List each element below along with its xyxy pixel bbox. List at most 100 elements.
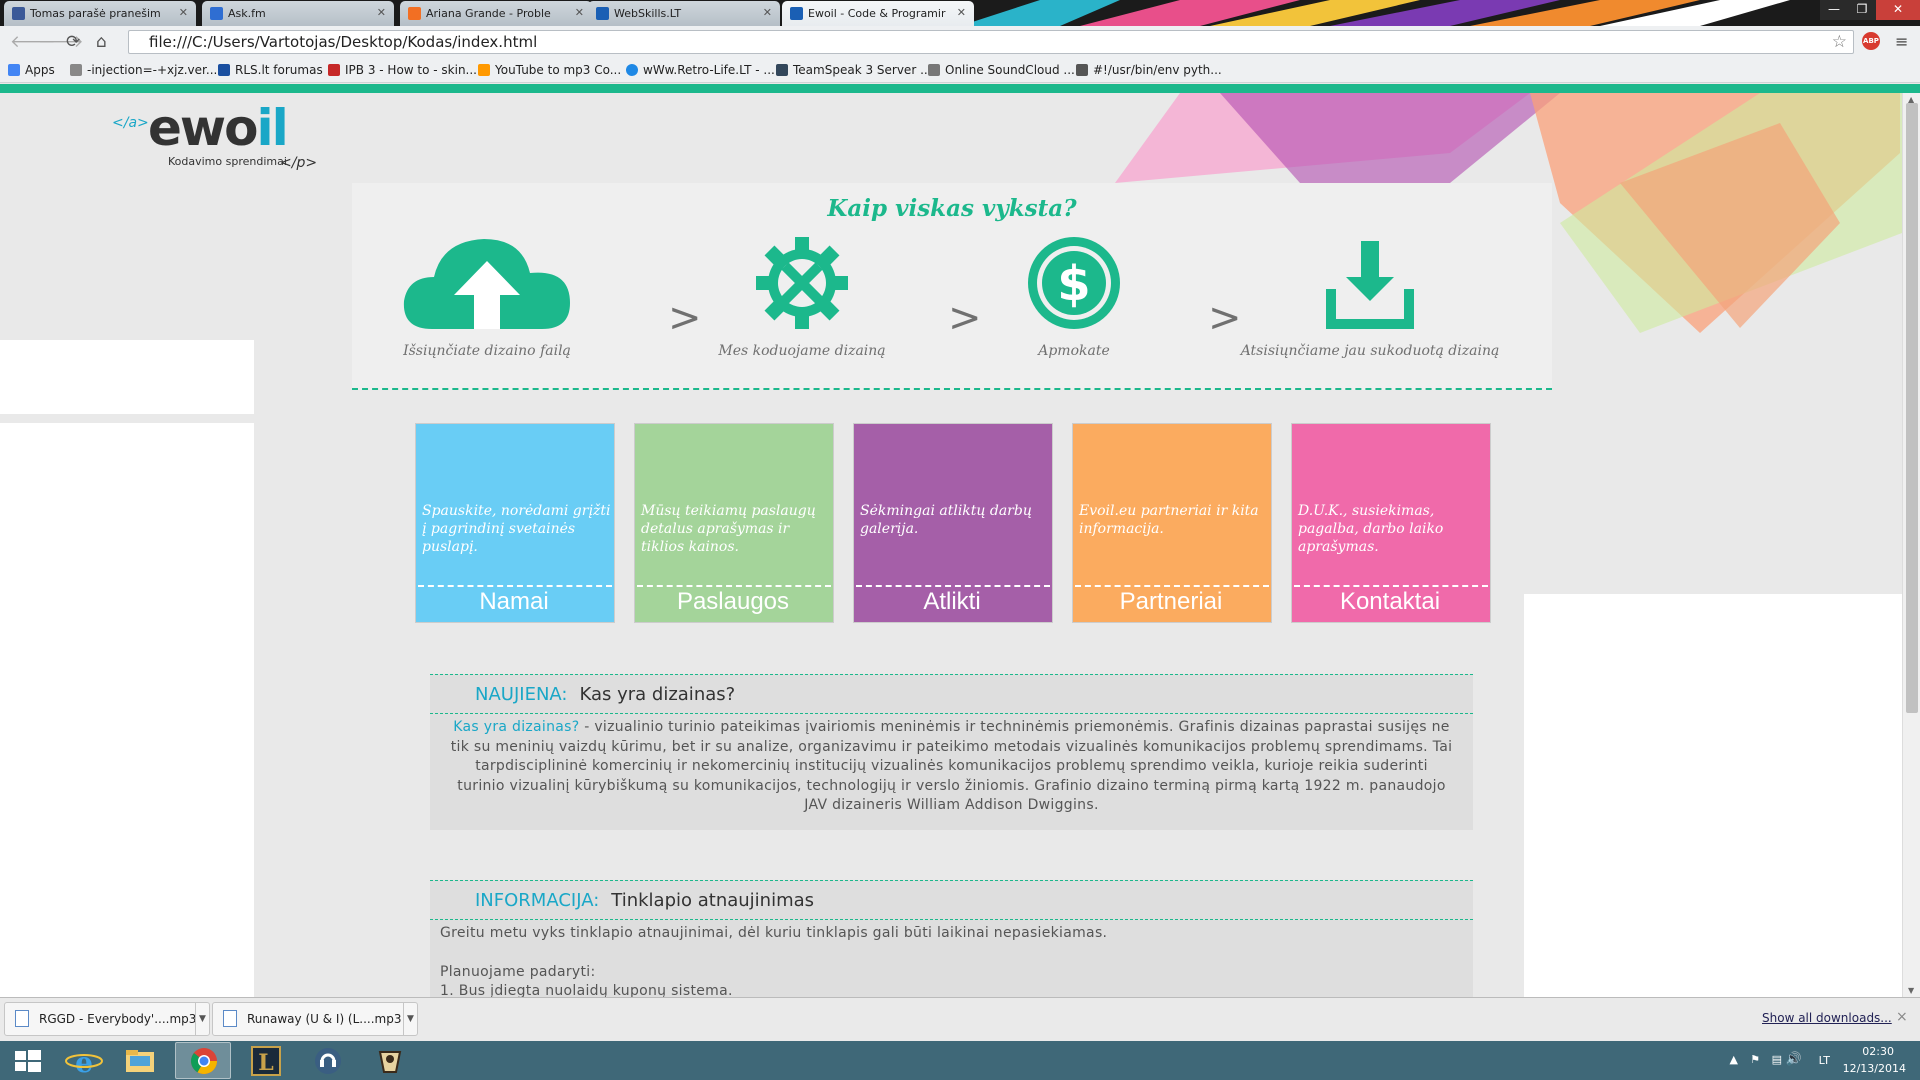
league-taskbar-icon[interactable]: L xyxy=(238,1042,294,1079)
tile-divider xyxy=(418,585,612,587)
close-window-icon[interactable]: ✕ xyxy=(1876,0,1920,20)
page-scrollbar[interactable]: ▲ ▼ xyxy=(1902,93,1920,997)
tab-1[interactable]: Tomas parašė pranešim ✕ xyxy=(4,1,196,26)
left-white-panel-2 xyxy=(0,423,254,997)
start-button[interactable] xyxy=(0,1042,56,1079)
news-line: Planuojame padaryti: xyxy=(440,963,596,980)
tab-3[interactable]: Ariana Grande - Proble ✕ xyxy=(400,1,592,26)
bookmark-item[interactable]: -injection=-+xjz.ver... xyxy=(70,63,217,77)
news-kicker: NAUJIENA: xyxy=(475,684,568,705)
bookmark-item[interactable]: IPB 3 - How to - skin... xyxy=(328,63,477,77)
cloud-upload-icon xyxy=(403,239,570,329)
bookmark-item[interactable]: wWw.Retro-Life.LT - ... xyxy=(626,63,775,77)
restore-icon[interactable]: ❐ xyxy=(1848,0,1876,20)
show-all-downloads-link[interactable]: Show all downloads... xyxy=(1762,1011,1892,1025)
chevron-down-icon[interactable]: ▼ xyxy=(195,1003,209,1035)
tile-description: D.U.K., susiekimas, pagalba, darbo laiko… xyxy=(1298,503,1444,555)
tab-close-icon[interactable]: ✕ xyxy=(575,6,584,19)
bookmark-item[interactable]: #!/usr/bin/env pyth... xyxy=(1076,63,1222,77)
news-title[interactable]: Tinklapio atnaujinimas xyxy=(611,890,814,911)
chevron-down-icon[interactable]: ▼ xyxy=(403,1003,417,1035)
audio-file-icon xyxy=(223,1010,237,1027)
download-item[interactable]: RGGD - Everybody'....mp3 ▼ xyxy=(4,1002,210,1036)
tile-title: Partneriai xyxy=(1119,588,1223,615)
tile-partneriai[interactable]: Evoil.eu partneriai ir kita informacija.… xyxy=(1072,423,1272,623)
bookmark-star-icon[interactable]: ☆ xyxy=(1832,32,1847,52)
tab-close-icon[interactable]: ✕ xyxy=(179,6,188,19)
tile-atlikti[interactable]: Sėkmingai atliktų darbų galerija. Atlikt… xyxy=(853,423,1053,623)
bookmarks-bar: Apps -injection=-+xjz.ver... RLS.lt foru… xyxy=(0,58,1920,83)
tab-close-icon[interactable]: ✕ xyxy=(763,6,772,19)
bookmark-label: #!/usr/bin/env pyth... xyxy=(1093,63,1222,77)
reload-icon[interactable]: ⟳ xyxy=(66,32,80,52)
bookmark-item[interactable]: RLS.lt forumas xyxy=(218,63,323,77)
url-text: file:///C:/Users/Vartotojas/Desktop/Koda… xyxy=(149,33,538,51)
game-app-icon xyxy=(378,1051,402,1073)
scrollbar-thumb[interactable] xyxy=(1906,103,1918,713)
tab-2[interactable]: Ask.fm ✕ xyxy=(202,1,394,26)
step-1: Išsiųnčiate dizaino failą xyxy=(392,233,582,359)
network-icon[interactable]: ▤ xyxy=(1772,1053,1782,1066)
downloads-bar: RGGD - Everybody'....mp3 ▼ Runaway (U & … xyxy=(0,997,1920,1041)
folder-icon xyxy=(126,1050,154,1072)
address-bar[interactable]: file:///C:/Users/Vartotojas/Desktop/Koda… xyxy=(128,30,1854,54)
chevron-right-icon: > xyxy=(948,295,982,341)
step-3: $ Apmokate xyxy=(994,233,1154,359)
tab-title: Ariana Grande - Proble xyxy=(426,7,551,20)
tile-description: Spauskite, norėdami grįžti į pagrindinį … xyxy=(422,503,611,555)
internet-explorer-icon: e xyxy=(65,1046,103,1079)
bookmark-label: YouTube to mp3 Co... xyxy=(495,63,622,77)
step-label: Atsisiųnčiame jau sukoduotą dizainą xyxy=(1240,343,1500,359)
language-indicator[interactable]: LT xyxy=(1819,1054,1830,1067)
internet-explorer-taskbar-icon[interactable]: e xyxy=(56,1042,112,1079)
bookmark-apps[interactable]: Apps xyxy=(8,63,55,77)
bookmark-item[interactable]: YouTube to mp3 Co... xyxy=(478,63,621,77)
teamspeak-taskbar-icon[interactable] xyxy=(300,1042,356,1079)
how-it-works-section: Kaip viskas vyksta? Išsiųnčiate dizaino … xyxy=(352,183,1552,390)
how-it-works-title: Kaip viskas vyksta? xyxy=(827,195,1077,222)
league-of-legends-icon: L xyxy=(251,1046,281,1076)
rls-icon xyxy=(218,64,230,76)
file-explorer-taskbar-icon[interactable] xyxy=(112,1042,168,1079)
clock-date[interactable]: 12/13/2014 xyxy=(1843,1062,1906,1075)
action-center-flag-icon[interactable]: ⚑ xyxy=(1750,1053,1760,1066)
tile-paslaugos[interactable]: Mūsų teikiamų paslaugų detalus aprašymas… xyxy=(634,423,834,623)
minimize-icon[interactable]: — xyxy=(1820,0,1848,20)
tile-namai[interactable]: Spauskite, norėdami grįžti į pagrindinį … xyxy=(415,423,615,623)
app-taskbar-icon[interactable] xyxy=(362,1042,418,1079)
svg-text:e: e xyxy=(75,1046,93,1079)
left-white-panel xyxy=(0,340,254,414)
show-hidden-icons-icon[interactable]: ▲ xyxy=(1730,1053,1738,1066)
home-icon[interactable]: ⌂ xyxy=(96,32,107,52)
teamspeak-icon xyxy=(315,1048,341,1074)
tab-title: Ewoil - Code & Programir xyxy=(808,7,946,20)
site-logo[interactable]: </a> ewoil Kodavimo sprendimai </p> xyxy=(112,99,332,171)
step-label: Mes koduojame dizainą xyxy=(718,343,886,359)
tile-kontaktai[interactable]: D.U.K., susiekimas, pagalba, darbo laiko… xyxy=(1291,423,1491,623)
facebook-icon xyxy=(12,7,25,20)
news-title[interactable]: Kas yra dizainas? xyxy=(579,684,735,705)
bookmark-label: RLS.lt forumas xyxy=(235,63,323,77)
logo-tag-open: </a> xyxy=(112,115,149,131)
svg-text:$: $ xyxy=(1057,256,1090,312)
bookmark-item[interactable]: TeamSpeak 3 Server ... xyxy=(776,63,932,77)
clock-time[interactable]: 02:30 xyxy=(1862,1045,1894,1058)
close-icon[interactable]: × xyxy=(1896,1009,1908,1025)
download-item[interactable]: Runaway (U & I) (L....mp3 ▼ xyxy=(212,1002,418,1036)
tab-close-icon[interactable]: ✕ xyxy=(957,6,966,19)
scroll-down-icon[interactable]: ▼ xyxy=(1908,986,1914,995)
logo-tag-close: </p> xyxy=(280,155,318,171)
adblock-icon[interactable]: ABP xyxy=(1862,32,1880,50)
volume-icon[interactable]: 🔊 xyxy=(1786,1052,1802,1067)
gear-wrench-icon xyxy=(756,237,848,329)
windows-logo-icon xyxy=(15,1050,41,1072)
menu-icon[interactable]: ≡ xyxy=(1895,32,1908,51)
bookmark-item[interactable]: Online SoundCloud ... xyxy=(928,63,1075,77)
tab-close-icon[interactable]: ✕ xyxy=(377,6,386,19)
chrome-taskbar-icon[interactable] xyxy=(175,1042,231,1079)
tab-5-active[interactable]: Ewoil - Code & Programir ✕ xyxy=(782,1,974,26)
download-tray-icon xyxy=(1326,241,1414,329)
tile-description: Sėkmingai atliktų darbų galerija. xyxy=(860,503,1032,537)
tab-4[interactable]: WebSkills.LT ✕ xyxy=(588,1,780,26)
windows-taskbar: e L ▲ ⚑ ▤ 🔊 LT 02:30 12/13/2014 xyxy=(0,1041,1920,1080)
